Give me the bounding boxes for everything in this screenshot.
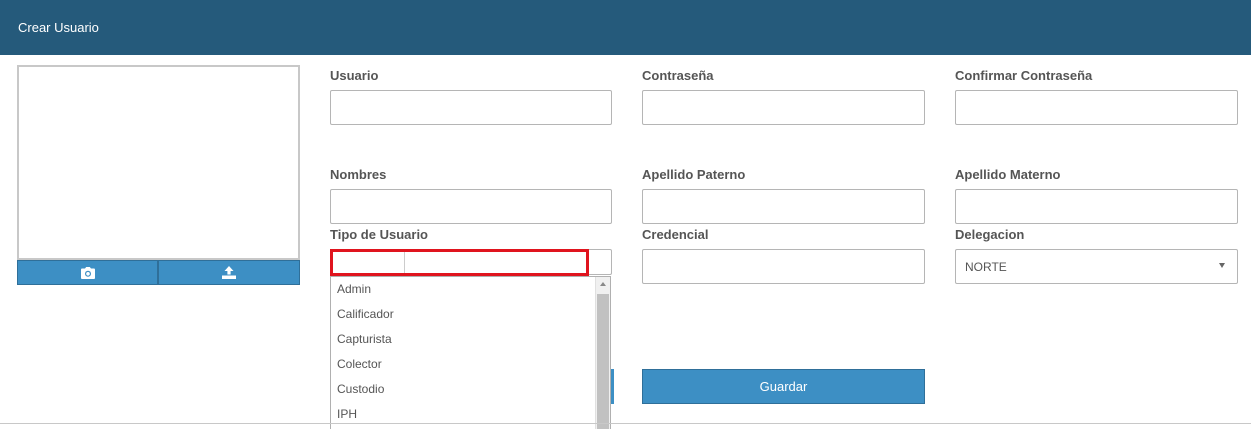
save-button[interactable]: Guardar xyxy=(642,369,925,404)
hidden-button-edge xyxy=(611,369,614,404)
page-title: Crear Usuario xyxy=(18,20,99,35)
password-label: Contraseña xyxy=(642,68,714,83)
camera-icon xyxy=(80,266,95,279)
confirm-password-label: Confirmar Contraseña xyxy=(955,68,1093,83)
dropdown-option[interactable]: Calificador xyxy=(337,307,394,321)
dropdown-option[interactable]: Capturista xyxy=(337,332,392,346)
usuario-input[interactable] xyxy=(330,90,612,125)
dropdown-option[interactable]: IPH xyxy=(337,407,357,421)
apellido-paterno-label: Apellido Paterno xyxy=(642,167,746,182)
annotation-highlight-box xyxy=(330,249,589,276)
nombres-label: Nombres xyxy=(330,167,387,182)
header-bar: Crear Usuario xyxy=(0,0,1251,55)
chevron-down-icon xyxy=(1219,263,1225,268)
tipo-usuario-dropdown-list[interactable]: Admin Calificador Capturista Colector Cu… xyxy=(330,276,611,429)
usuario-label: Usuario xyxy=(330,68,379,83)
apellido-materno-input[interactable] xyxy=(955,189,1238,224)
dropdown-option[interactable]: Colector xyxy=(337,357,382,371)
photo-preview xyxy=(17,65,300,260)
scroll-up-arrow-icon[interactable] xyxy=(600,282,606,286)
apellido-paterno-input[interactable] xyxy=(642,189,925,224)
apellido-materno-label: Apellido Materno xyxy=(955,167,1061,182)
delegacion-label: Delegacion xyxy=(955,227,1025,242)
nombres-input[interactable] xyxy=(330,189,612,224)
tipo-usuario-label: Tipo de Usuario xyxy=(330,227,428,242)
delegacion-selected-value: NORTE xyxy=(965,260,1007,274)
upload-photo-button[interactable] xyxy=(158,260,300,285)
delegacion-select[interactable]: NORTE xyxy=(955,249,1238,284)
bottom-divider xyxy=(0,423,1251,424)
credencial-label: Credencial xyxy=(642,227,709,242)
scrollbar-thumb[interactable] xyxy=(597,294,609,429)
dropdown-option[interactable]: Admin xyxy=(337,282,371,296)
confirm-password-input[interactable] xyxy=(955,90,1238,125)
take-photo-button[interactable] xyxy=(17,260,158,285)
password-input[interactable] xyxy=(642,90,925,125)
credencial-input[interactable] xyxy=(642,249,925,284)
upload-icon xyxy=(222,266,236,279)
dropdown-option[interactable]: Custodio xyxy=(337,382,384,396)
dropdown-scrollbar[interactable] xyxy=(595,277,610,429)
